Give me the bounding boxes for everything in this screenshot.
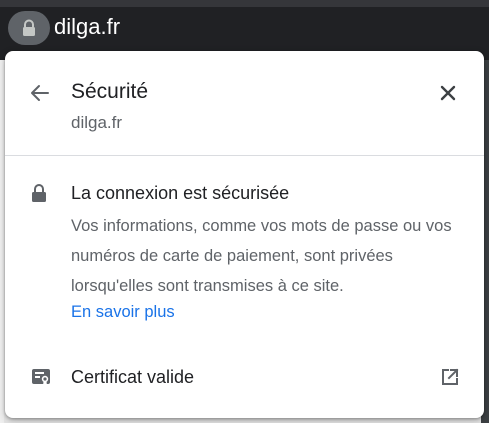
lock-icon xyxy=(23,19,35,36)
arrow-left-icon xyxy=(31,85,49,101)
security-popup: Sécurité dilga.fr La connexion est sécur… xyxy=(5,51,484,418)
lock-icon xyxy=(32,184,46,202)
tab-strip xyxy=(0,0,489,7)
certificate-icon xyxy=(32,369,50,386)
page-background-left xyxy=(0,60,4,423)
learn-more-link[interactable]: En savoir plus xyxy=(71,301,175,323)
popup-subtitle: dilga.fr xyxy=(71,113,123,132)
header-divider xyxy=(5,155,484,156)
address-bar-url[interactable]: dilga.fr xyxy=(54,14,120,40)
close-button[interactable] xyxy=(435,80,461,106)
close-icon xyxy=(440,85,456,101)
back-button[interactable] xyxy=(27,80,53,106)
certificate-row[interactable]: Certificat valide xyxy=(5,355,484,399)
external-link-icon xyxy=(442,368,459,385)
site-info-button[interactable] xyxy=(8,11,50,45)
connection-status-title: La connexion est sécurisée xyxy=(71,183,290,203)
connection-description: Vos informations, comme vos mots de pass… xyxy=(71,217,452,295)
popup-title: Sécurité xyxy=(71,80,149,103)
popup-header: Sécurité dilga.fr xyxy=(5,51,484,156)
certificate-label: Certificat valide xyxy=(71,367,195,387)
